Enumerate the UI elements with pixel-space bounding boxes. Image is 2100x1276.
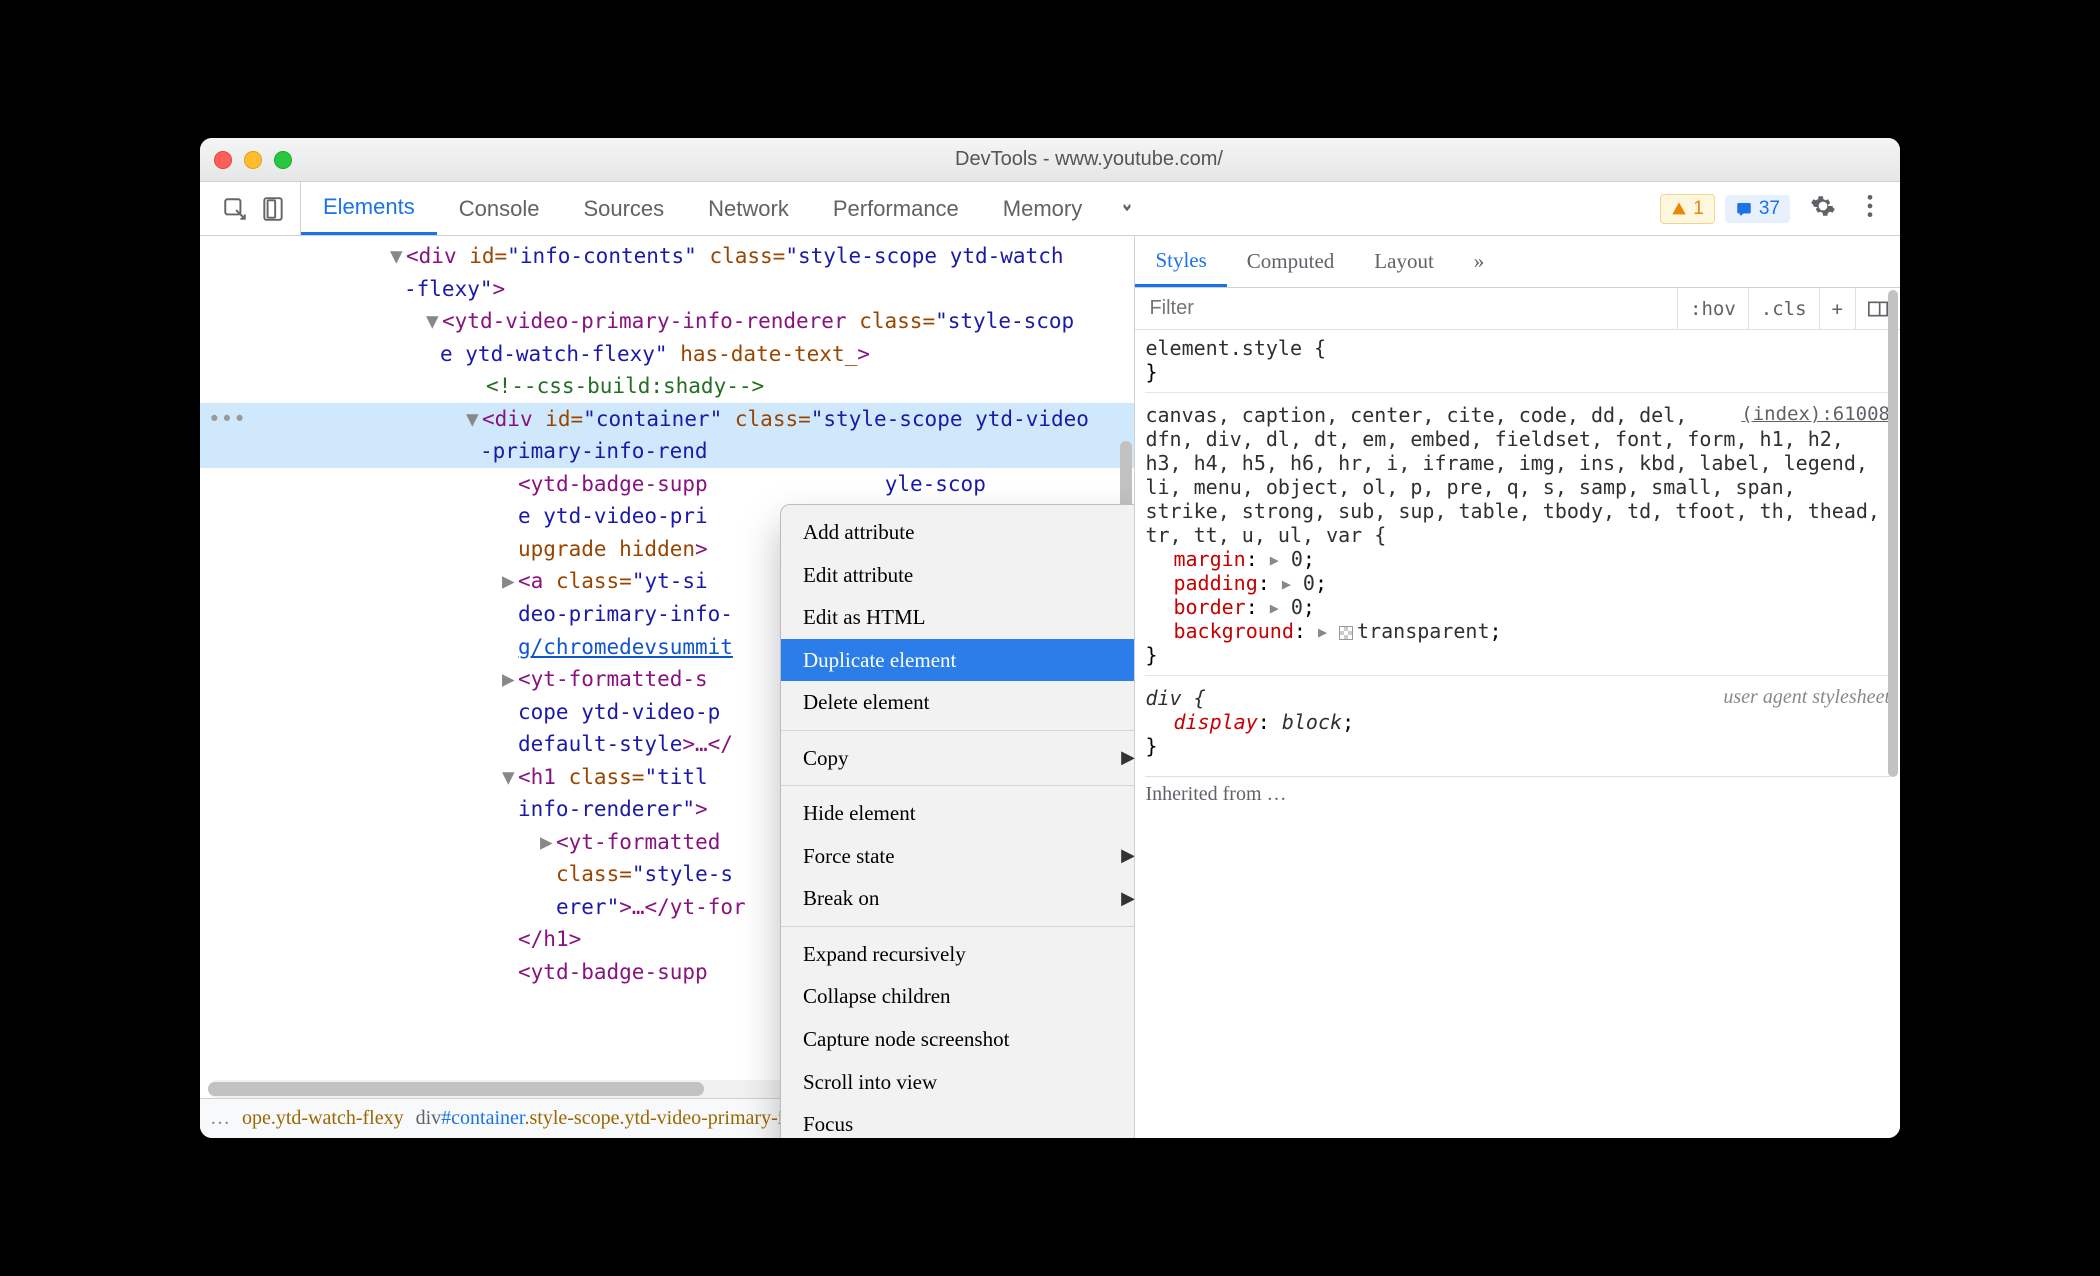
- ctx-force-state[interactable]: Force state▶: [781, 835, 1135, 878]
- css-prop[interactable]: padding: ▶ 0;: [1145, 571, 1890, 595]
- ua-stylesheet-label: user agent stylesheet: [1723, 686, 1890, 709]
- css-prop[interactable]: border: ▶ 0;: [1145, 595, 1890, 619]
- tab-network[interactable]: Network: [686, 182, 811, 235]
- styles-tabs: Styles Computed Layout »: [1135, 236, 1900, 288]
- toolbar-left-icons: [208, 182, 301, 235]
- ctx-add-attribute[interactable]: Add attribute: [781, 511, 1135, 554]
- close-icon[interactable]: [214, 151, 232, 169]
- ctx-scroll-into-view[interactable]: Scroll into view: [781, 1061, 1135, 1104]
- window-title: DevTools - www.youtube.com/: [292, 148, 1886, 171]
- minimize-icon[interactable]: [244, 151, 262, 169]
- messages-count: 37: [1759, 198, 1780, 220]
- tab-styles[interactable]: Styles: [1135, 236, 1226, 287]
- link-text[interactable]: g/chromedevsummit: [518, 635, 733, 659]
- styles-toolbar: :hov .cls +: [1135, 288, 1900, 330]
- zoom-icon[interactable]: [274, 151, 292, 169]
- ctx-duplicate-element[interactable]: Duplicate element: [781, 639, 1135, 682]
- ctx-delete-element[interactable]: Delete element: [781, 681, 1135, 724]
- titlebar: DevTools - www.youtube.com/: [200, 138, 1900, 182]
- tab-computed[interactable]: Computed: [1227, 236, 1355, 287]
- dom-node-cont: -flexy">: [200, 273, 1134, 306]
- inherited-from-label: Inherited from …: [1145, 776, 1890, 812]
- tab-layout[interactable]: Layout: [1354, 236, 1453, 287]
- ctx-focus[interactable]: Focus: [781, 1103, 1135, 1138]
- tab-memory[interactable]: Memory: [981, 182, 1104, 235]
- submenu-arrow-icon: ▶: [1121, 885, 1135, 913]
- styles-scrollbar[interactable]: [1884, 290, 1898, 1130]
- styles-panel: Styles Computed Layout » :hov .cls + ele…: [1135, 236, 1900, 1138]
- style-rules[interactable]: element.style { } (index):61008 canvas, …: [1135, 330, 1900, 1138]
- warnings-badge[interactable]: 1: [1660, 194, 1715, 224]
- ctx-collapse-children[interactable]: Collapse children: [781, 975, 1135, 1018]
- submenu-arrow-icon: ▶: [1121, 744, 1135, 772]
- ctx-separator: [781, 926, 1135, 927]
- dom-node[interactable]: <ytd-badge-suppXXXXXXXXXXXXXXyle-scop: [200, 468, 1134, 501]
- css-prop[interactable]: margin: ▶ 0;: [1145, 547, 1890, 571]
- ctx-edit-as-html[interactable]: Edit as HTML: [781, 596, 1135, 639]
- panel-tabs: Elements Console Sources Network Perform…: [301, 182, 1150, 235]
- toolbar-right: 1 37: [1660, 193, 1892, 225]
- ctx-hide-element[interactable]: Hide element: [781, 792, 1135, 835]
- css-prop[interactable]: background: ▶ transparent;: [1145, 619, 1890, 643]
- submenu-arrow-icon: ▶: [1121, 842, 1135, 870]
- more-icon[interactable]: [1856, 193, 1884, 225]
- dom-node[interactable]: ▼<div id="info-contents" class="style-sc…: [200, 240, 1134, 273]
- dom-node-cont: -primary-info-rend: [200, 435, 1134, 468]
- ctx-capture-screenshot[interactable]: Capture node screenshot: [781, 1018, 1135, 1061]
- dom-node[interactable]: ▼<ytd-video-primary-info-renderer class=…: [200, 305, 1134, 338]
- new-rule-button[interactable]: +: [1819, 288, 1855, 329]
- cls-button[interactable]: .cls: [1748, 288, 1819, 329]
- traffic-lights: [214, 151, 292, 169]
- warnings-count: 1: [1693, 198, 1704, 220]
- tab-elements[interactable]: Elements: [301, 182, 437, 235]
- scrollbar-thumb[interactable]: [1888, 290, 1898, 777]
- elements-tree-panel: ▼<div id="info-contents" class="style-sc…: [200, 236, 1135, 1138]
- css-prop[interactable]: display: block;: [1145, 710, 1890, 734]
- source-link[interactable]: (index):61008: [1741, 403, 1890, 425]
- inspect-icon[interactable]: [220, 194, 250, 224]
- styles-tabs-overflow-icon[interactable]: »: [1454, 236, 1505, 287]
- messages-badge[interactable]: 37: [1725, 195, 1790, 223]
- ctx-copy[interactable]: Copy▶: [781, 737, 1135, 780]
- ctx-separator: [781, 785, 1135, 786]
- tab-console[interactable]: Console: [437, 182, 562, 235]
- color-swatch-icon[interactable]: [1339, 626, 1353, 640]
- settings-icon[interactable]: [1800, 193, 1846, 225]
- hov-button[interactable]: :hov: [1677, 288, 1748, 329]
- rule-element-style[interactable]: element.style { }: [1145, 336, 1890, 393]
- main-toolbar: Elements Console Sources Network Perform…: [200, 182, 1900, 236]
- content: ▼<div id="info-contents" class="style-sc…: [200, 236, 1900, 1138]
- dom-comment[interactable]: <!--css-build:shady-->: [200, 370, 1134, 403]
- rule-reset[interactable]: (index):61008 canvas, caption, center, c…: [1145, 403, 1890, 676]
- ctx-separator: [781, 730, 1135, 731]
- rule-user-agent[interactable]: user agent stylesheet div { display: blo…: [1145, 686, 1890, 766]
- dom-node-cont: e ytd-watch-flexy" has-date-text_>: [200, 338, 1134, 371]
- scrollbar-thumb[interactable]: [208, 1082, 704, 1096]
- device-toggle-icon[interactable]: [258, 194, 288, 224]
- ctx-expand-recursively[interactable]: Expand recursively: [781, 933, 1135, 976]
- dom-node-selected[interactable]: •••▼<div id="container" class="style-sco…: [200, 403, 1134, 436]
- breadcrumb-overflow-left-icon[interactable]: …: [210, 1103, 230, 1134]
- devtools-window: DevTools - www.youtube.com/ Elements Con…: [200, 138, 1900, 1138]
- ctx-edit-attribute[interactable]: Edit attribute: [781, 554, 1135, 597]
- context-menu: Add attribute Edit attribute Edit as HTM…: [780, 504, 1135, 1138]
- breadcrumb-item[interactable]: ope.ytd-watch-flexy: [242, 1103, 404, 1134]
- tabs-overflow-icon[interactable]: [1104, 182, 1150, 235]
- styles-filter-input[interactable]: [1135, 297, 1677, 320]
- ctx-break-on[interactable]: Break on▶: [781, 877, 1135, 920]
- tab-performance[interactable]: Performance: [811, 182, 981, 235]
- tab-sources[interactable]: Sources: [561, 182, 686, 235]
- selected-marker-icon: •••: [208, 403, 246, 436]
